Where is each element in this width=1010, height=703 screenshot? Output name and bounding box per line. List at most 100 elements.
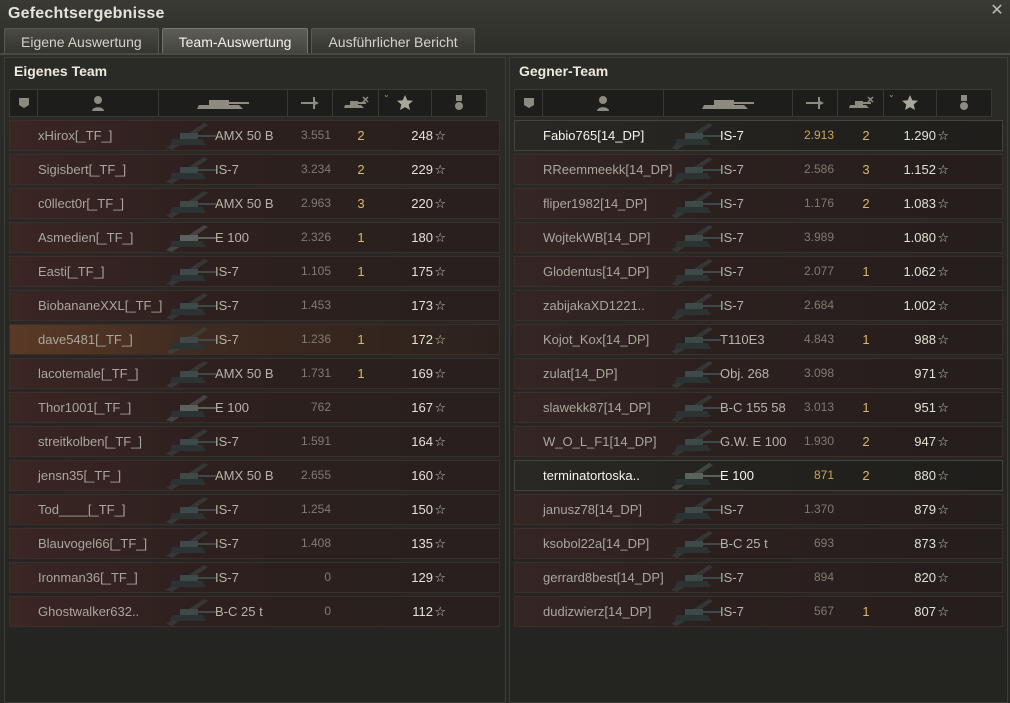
player-name: terminatortoska.. <box>543 468 640 483</box>
experience-value: 167 <box>411 400 433 415</box>
table-row[interactable]: Blauvogel66[_TF_] IS-7 1.408 135 ☆ <box>9 528 500 559</box>
tab-team-evaluation[interactable]: Team-Auswertung <box>161 28 309 54</box>
tank-icon <box>164 257 220 287</box>
player-name: janusz78[14_DP] <box>543 502 643 517</box>
table-row[interactable]: gerrard8best[14_DP] IS-7 894 820 ☆ <box>514 562 1003 593</box>
damage-value: 3.989 <box>803 230 834 244</box>
tank-name: B-C 25 t <box>720 536 768 551</box>
kills-value <box>856 223 876 252</box>
enemy-header-tank-icon[interactable] <box>664 90 793 116</box>
player-name: gerrard8best[14_DP] <box>543 570 664 585</box>
player-name: Kojot_Kox[14_DP] <box>543 332 650 347</box>
experience-star-icon: ☆ <box>434 536 446 551</box>
own-header-player-icon[interactable] <box>38 90 159 116</box>
table-row[interactable]: xHirox[_TF_] AMX 50 B 3.551 2 248 ☆ <box>9 120 500 151</box>
table-row[interactable]: Thor1001[_TF_] E 100 762 167 ☆ <box>9 392 500 423</box>
table-row[interactable]: Sigisbert[_TF_] IS-7 3.234 2 229 ☆ <box>9 154 500 185</box>
table-row[interactable]: Asmedien[_TF_] E 100 2.326 1 180 ☆ <box>9 222 500 253</box>
kills-value <box>351 563 371 592</box>
own-header-tank-icon[interactable] <box>159 90 288 116</box>
table-row[interactable]: Ghostwalker632.. B-C 25 t 0 112 ☆ <box>9 596 500 627</box>
enemy-header-kills-icon[interactable] <box>838 90 884 116</box>
tank-icon <box>164 597 220 627</box>
damage-value: 1.408 <box>300 536 331 550</box>
tank-icon <box>164 155 220 185</box>
table-row[interactable]: Kojot_Kox[14_DP] T110E3 4.843 1 988 ☆ <box>514 324 1003 355</box>
experience-star-icon: ☆ <box>937 570 949 585</box>
table-row[interactable]: c0llect0r[_TF_] AMX 50 B 2.963 3 220 ☆ <box>9 188 500 219</box>
player-name: BiobananeXXL[_TF_] <box>38 298 163 313</box>
table-row[interactable]: streitkolben[_TF_] IS-7 1.591 164 ☆ <box>9 426 500 457</box>
own-header-medal-icon[interactable] <box>432 90 486 116</box>
own-team-rows: xHirox[_TF_] AMX 50 B 3.551 2 248 ☆ Sigisbert[… <box>9 120 500 630</box>
table-row[interactable]: BiobananeXXL[_TF_] IS-7 1.453 173 ☆ <box>9 290 500 321</box>
tank-name: T110E3 <box>720 332 765 347</box>
tank-name: IS-7 <box>215 298 239 313</box>
experience-star-icon: ☆ <box>937 298 949 313</box>
own-team-title: Eigenes Team <box>14 63 108 79</box>
experience-value: 169 <box>411 366 433 381</box>
table-row[interactable]: Fabio765[14_DP] IS-7 2.913 2 1.290 ☆ <box>514 120 1003 151</box>
close-icon[interactable]: ✕ <box>988 2 1006 20</box>
enemy-header-squad-icon[interactable] <box>515 90 543 116</box>
table-row[interactable]: RReemmeekk[14_DP] IS-7 2.586 3 1.152 ☆ <box>514 154 1003 185</box>
player-icon <box>596 95 610 111</box>
table-row[interactable]: zabijakaXD1221.. IS-7 2.684 1.002 ☆ <box>514 290 1003 321</box>
table-row[interactable]: Easti[_TF_] IS-7 1.105 1 175 ☆ <box>9 256 500 287</box>
experience-star-icon: ☆ <box>434 298 446 313</box>
damage-value: 2.684 <box>803 298 834 312</box>
table-row[interactable]: terminatortoska.. E 100 871 2 880 ☆ <box>514 460 1003 491</box>
own-header-squad-icon[interactable] <box>10 90 38 116</box>
tab-divider <box>0 53 1010 55</box>
player-name: dudizwierz[14_DP] <box>543 604 652 619</box>
enemy-header-player-icon[interactable] <box>543 90 664 116</box>
enemy-header-experience-star-icon[interactable]: ⌄ <box>884 90 937 116</box>
kills-value <box>856 563 876 592</box>
damage-value: 1.453 <box>300 298 331 312</box>
experience-value: 229 <box>411 162 433 177</box>
own-header-kills-icon[interactable] <box>333 90 379 116</box>
table-row[interactable]: lacotemale[_TF_] AMX 50 B 1.731 1 169 ☆ <box>9 358 500 389</box>
damage-value: 567 <box>813 604 834 618</box>
tab-detailed-report[interactable]: Ausführlicher Bericht <box>311 28 475 54</box>
player-name: Asmedien[_TF_] <box>38 230 134 245</box>
table-row[interactable]: Tod____[_TF_] IS-7 1.254 150 ☆ <box>9 494 500 525</box>
experience-star-icon: ☆ <box>937 162 949 177</box>
kills-value: 3 <box>862 162 870 177</box>
kills-value: 2 <box>862 468 870 483</box>
damage-value: 2.326 <box>300 230 331 244</box>
tank-icon <box>700 95 756 111</box>
tank-name: IS-7 <box>215 162 239 177</box>
table-row[interactable]: zulat[14_DP] Obj. 268 3.098 971 ☆ <box>514 358 1003 389</box>
tank-icon <box>669 597 725 627</box>
table-row[interactable]: fliper1982[14_DP] IS-7 1.176 2 1.083 ☆ <box>514 188 1003 219</box>
experience-star-icon: ☆ <box>434 468 446 483</box>
tank-icon <box>669 121 725 151</box>
own-header-damage-icon[interactable] <box>288 90 333 116</box>
experience-star-icon: ☆ <box>434 366 446 381</box>
table-row[interactable]: jensn35[_TF_] AMX 50 B 2.655 160 ☆ <box>9 460 500 491</box>
experience-value: 150 <box>411 502 433 517</box>
table-row[interactable]: janusz78[14_DP] IS-7 1.370 879 ☆ <box>514 494 1003 525</box>
damage-value: 2.077 <box>803 264 834 278</box>
enemy-header-medal-icon[interactable] <box>937 90 991 116</box>
tab-own-evaluation[interactable]: Eigene Auswertung <box>4 28 159 54</box>
table-row[interactable]: dave5481[_TF_] IS-7 1.236 1 172 ☆ <box>9 324 500 355</box>
tank-icon <box>669 495 725 525</box>
table-row[interactable]: WojtekWB[14_DP] IS-7 3.989 1.080 ☆ <box>514 222 1003 253</box>
player-icon <box>91 95 105 111</box>
tank-icon <box>669 223 725 253</box>
table-row[interactable]: ksobol22a[14_DP] B-C 25 t 693 873 ☆ <box>514 528 1003 559</box>
enemy-header-damage-icon[interactable] <box>793 90 838 116</box>
damage-value: 3.551 <box>300 128 331 142</box>
tank-icon <box>669 529 725 559</box>
table-row[interactable]: Glodentus[14_DP] IS-7 2.077 1 1.062 ☆ <box>514 256 1003 287</box>
damage-value: 1.236 <box>300 332 331 346</box>
table-row[interactable]: dudizwierz[14_DP] IS-7 567 1 807 ☆ <box>514 596 1003 627</box>
table-row[interactable]: slawekk87[14_DP] B-C 155 58 3.013 1 951 ☆ <box>514 392 1003 423</box>
own-header-experience-star-icon[interactable]: ⌄ <box>379 90 432 116</box>
kills-value <box>351 461 371 490</box>
sort-indicator-icon: ⌄ <box>383 90 390 99</box>
table-row[interactable]: Ironman36[_TF_] IS-7 0 129 ☆ <box>9 562 500 593</box>
table-row[interactable]: W_O_L_F1[14_DP] G.W. E 100 1.930 2 947 ☆ <box>514 426 1003 457</box>
